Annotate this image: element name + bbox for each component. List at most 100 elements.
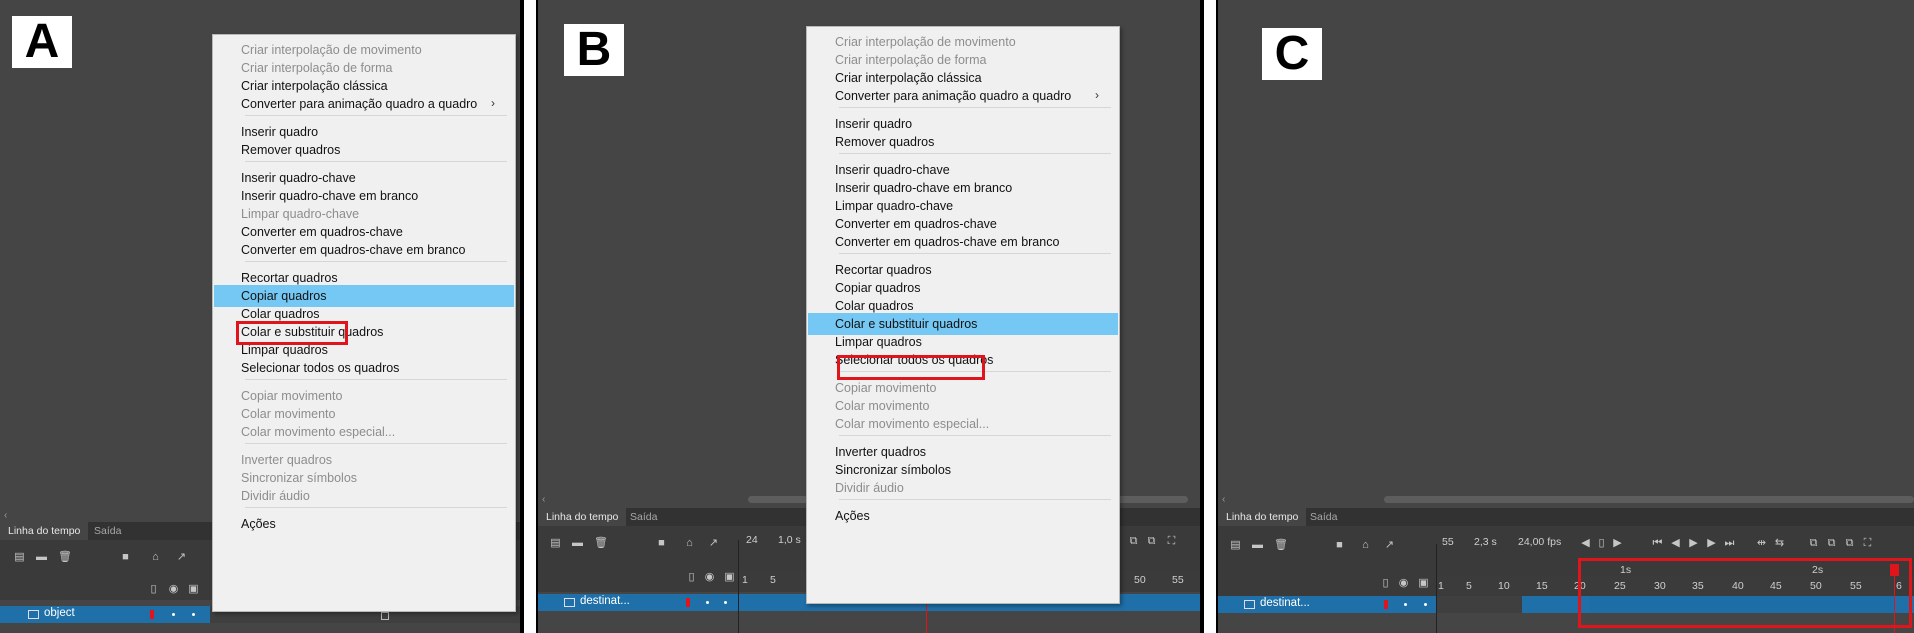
- menu-item[interactable]: Ações: [214, 513, 514, 535]
- panel-a: A ‹ Linha do tempo Saída ▤ ▬ 🗑 ■ ⌂ ↗ ▯ ◉…: [0, 0, 520, 633]
- menu-item[interactable]: Ações: [808, 505, 1118, 527]
- layer-row[interactable]: object: [0, 606, 210, 623]
- parent-icon[interactable]: ⌂: [150, 552, 161, 563]
- menu-item[interactable]: Selecionar todos os quadros: [214, 357, 514, 379]
- camera-icon[interactable]: ■: [120, 552, 131, 563]
- fit-icon[interactable]: ⛶: [1862, 538, 1873, 549]
- scroll-arrow-icon[interactable]: ‹: [4, 510, 7, 521]
- prev-keyframe-icon[interactable]: ◀: [1580, 538, 1591, 549]
- edit-multiple-icon[interactable]: ⧉: [1146, 536, 1157, 547]
- center-frame-icon[interactable]: ⇹: [1756, 538, 1767, 549]
- ruler-tick-label: 55: [1172, 574, 1184, 586]
- ruler-tick-label: 50: [1134, 574, 1146, 586]
- graph-icon[interactable]: ↗: [176, 552, 187, 563]
- onion-outline-icon[interactable]: ⧉: [1826, 538, 1837, 549]
- current-frame[interactable]: 55: [1442, 536, 1454, 548]
- folder-icon[interactable]: ▬: [36, 552, 47, 563]
- layer-color-marker: [150, 610, 154, 619]
- outline-icon[interactable]: ▯: [1380, 578, 1391, 589]
- playhead[interactable]: [926, 600, 927, 633]
- eye-icon[interactable]: ◉: [704, 572, 715, 583]
- new-layer-icon[interactable]: ▤: [14, 552, 25, 563]
- loop-icon[interactable]: ⇆: [1774, 538, 1785, 549]
- menu-item[interactable]: Converter para animação quadro a quadro: [808, 85, 1118, 107]
- menu-separator: [839, 435, 1111, 436]
- context-menu: Criar interpolação de movimento Criar int…: [806, 26, 1120, 604]
- new-layer-icon[interactable]: ▤: [550, 538, 561, 549]
- menu-item[interactable]: Remover quadros: [808, 131, 1118, 153]
- visibility-dot[interactable]: [706, 601, 709, 604]
- layer-color-marker: [1384, 600, 1388, 609]
- tab-output[interactable]: Saída: [86, 521, 129, 541]
- tab-output[interactable]: Saída: [622, 507, 665, 527]
- next-keyframe-icon[interactable]: ▶: [1612, 538, 1623, 549]
- trash-icon[interactable]: 🗑: [58, 552, 72, 563]
- lock-icon[interactable]: ▣: [1418, 578, 1429, 589]
- highlight-box-pasted-frames: [1578, 558, 1912, 628]
- visibility-dot[interactable]: [1404, 603, 1407, 606]
- eye-icon[interactable]: ◉: [1398, 578, 1409, 589]
- layer-name: destinat...: [580, 595, 630, 607]
- tab-timeline[interactable]: Linha do tempo: [1218, 507, 1307, 527]
- frame-area-before[interactable]: [1436, 596, 1522, 613]
- fit-icon[interactable]: ⛶: [1166, 536, 1177, 547]
- insert-keyframe-icon[interactable]: ▯: [1596, 538, 1607, 549]
- panel-label: C: [1262, 28, 1322, 80]
- lock-icon[interactable]: ▣: [724, 572, 735, 583]
- onion-skin-icon[interactable]: ⧉: [1808, 538, 1819, 549]
- menu-item[interactable]: Remover quadros: [214, 139, 514, 161]
- scroll-arrow-icon[interactable]: ‹: [542, 494, 545, 505]
- outline-icon[interactable]: ▯: [686, 572, 697, 583]
- menu-item[interactable]: Converter em quadros-chave em branco: [214, 239, 514, 261]
- layer-name: destinat...: [1260, 597, 1310, 609]
- current-frame[interactable]: 24: [746, 534, 758, 546]
- frame-rate[interactable]: 24,00 fps: [1518, 536, 1561, 548]
- last-frame-icon[interactable]: ⏭: [1724, 538, 1735, 549]
- play-icon[interactable]: ▶: [1688, 538, 1699, 549]
- tab-timeline[interactable]: Linha do tempo: [538, 507, 627, 527]
- ruler-tick-label: 15: [1536, 580, 1548, 592]
- trash-icon[interactable]: 🗑: [1274, 540, 1288, 551]
- menu-item: Colar movimento especial...: [241, 425, 396, 439]
- edit-multiple-icon[interactable]: ⧉: [1844, 538, 1855, 549]
- lock-dot[interactable]: [724, 601, 727, 604]
- graph-icon[interactable]: ↗: [1384, 540, 1395, 551]
- new-layer-icon[interactable]: ▤: [1230, 540, 1241, 551]
- step-back-icon[interactable]: ◀: [1670, 538, 1681, 549]
- menu-item[interactable]: Converter em quadros-chave em branco: [808, 231, 1118, 253]
- ruler-tick-label: 10: [1498, 580, 1510, 592]
- menu-separator: [839, 107, 1111, 108]
- current-time[interactable]: 1,0 s: [778, 534, 801, 546]
- panel-label: A: [12, 16, 72, 68]
- onion-skin-icon[interactable]: ⧉: [1128, 536, 1139, 547]
- current-time[interactable]: 2,3 s: [1474, 536, 1497, 548]
- outline-icon[interactable]: ▯: [148, 584, 159, 595]
- parent-icon[interactable]: ⌂: [1360, 540, 1371, 551]
- folder-icon[interactable]: ▬: [572, 538, 583, 549]
- ruler-tick-label: 5: [770, 574, 776, 586]
- camera-icon[interactable]: ■: [1334, 540, 1345, 551]
- scroll-arrow-icon[interactable]: ‹: [1222, 494, 1225, 505]
- layer-divider: [738, 540, 739, 633]
- camera-icon[interactable]: ■: [656, 538, 667, 549]
- keyframe-icon: [381, 612, 389, 620]
- lock-icon[interactable]: ▣: [188, 584, 199, 595]
- trash-icon[interactable]: 🗑: [594, 538, 608, 549]
- layer-divider: [1436, 544, 1437, 633]
- parent-icon[interactable]: ⌂: [684, 538, 695, 549]
- menu-item: Colar movimento especial...: [835, 417, 990, 431]
- tab-timeline[interactable]: Linha do tempo: [0, 521, 89, 541]
- layer-icon: [1244, 600, 1255, 609]
- folder-icon[interactable]: ▬: [1252, 540, 1263, 551]
- menu-item[interactable]: Converter para animação quadro a quadro: [214, 93, 514, 115]
- tab-output[interactable]: Saída: [1302, 507, 1345, 527]
- layer-color-marker: [686, 598, 690, 607]
- step-forward-icon[interactable]: ▶: [1706, 538, 1717, 549]
- graph-icon[interactable]: ↗: [708, 538, 719, 549]
- lock-dot[interactable]: [192, 613, 195, 616]
- stage-scrollbar[interactable]: [1384, 496, 1914, 503]
- first-frame-icon[interactable]: ⏮: [1652, 538, 1663, 549]
- eye-icon[interactable]: ◉: [168, 584, 179, 595]
- visibility-dot[interactable]: [172, 613, 175, 616]
- lock-dot[interactable]: [1424, 603, 1427, 606]
